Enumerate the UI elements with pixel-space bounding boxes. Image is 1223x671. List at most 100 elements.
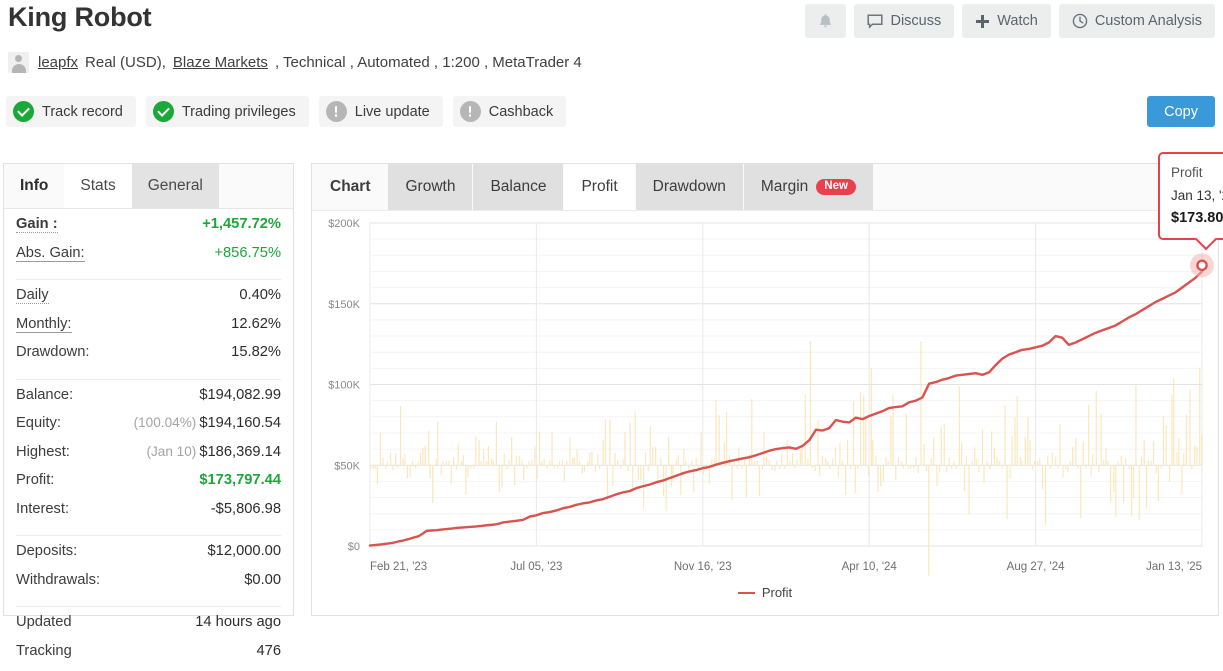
- stat-value: $173,797.44: [199, 472, 281, 488]
- stat-value: $0.00: [244, 572, 281, 588]
- page-title: King Robot: [8, 2, 151, 33]
- stat-row: Profit: $173,797.44: [16, 472, 281, 501]
- stat-value: 476: [256, 643, 281, 659]
- divider: [16, 379, 281, 380]
- chart-tabs: Chart Growth Balance Profit DrawdownMarginNe…: [312, 164, 1218, 211]
- chart-tab-label: Profit: [581, 178, 617, 196]
- stat-value-note: (Jan 10): [146, 444, 196, 459]
- chart-tab-chart[interactable]: Chart: [313, 164, 387, 210]
- x-axis-tick: Jul 05, '23: [510, 561, 562, 573]
- chart-tab-margin[interactable]: MarginNew: [744, 164, 873, 210]
- stat-label[interactable]: Monthly:: [16, 317, 72, 333]
- info-panel: Info Stats General Gain : +1,457.72% Abs. …: [3, 163, 294, 616]
- stat-row: Updated 14 hours ago: [16, 614, 281, 643]
- profit-chart: $0 $50K $100K $150K $200K Feb 21, '23 Jul 05, …: [312, 211, 1218, 616]
- stat-value: -$5,806.98: [211, 501, 281, 517]
- watch-label: Watch: [997, 13, 1038, 29]
- stat-row: Balance: $194,082.99: [16, 387, 281, 416]
- highlight-point[interactable]: [1197, 261, 1206, 270]
- chart-tab-label: Margin: [761, 178, 808, 196]
- plus-icon: [975, 14, 990, 29]
- stat-value-note: (100.04%): [134, 415, 197, 430]
- chart-tab-label: Balance: [490, 178, 546, 196]
- status-badge-trading-privileges[interactable]: Trading privileges: [146, 96, 309, 127]
- chart-tab-label: Chart: [330, 178, 370, 196]
- stat-label[interactable]: Abs. Gain:: [16, 246, 85, 262]
- chart-tab-growth[interactable]: Growth: [388, 164, 472, 210]
- stat-value: 15.82%: [231, 344, 281, 360]
- x-axis-tick: Aug 27, '24: [1007, 561, 1065, 573]
- y-axis-tick: $150K: [328, 299, 360, 311]
- stat-label: Withdrawals:: [16, 572, 100, 588]
- header-actions: Discuss Watch Custom Analysis: [805, 4, 1215, 38]
- chart-panel: Chart Growth Balance Profit DrawdownMarginNe…: [311, 163, 1219, 616]
- tooltip-series: Profit: [1171, 162, 1223, 184]
- tooltip-value: $173.80K: [1171, 207, 1223, 229]
- stat-label: Profit:: [16, 472, 54, 488]
- chart-tab-profit[interactable]: Profit: [564, 164, 634, 210]
- stat-row: Abs. Gain: +856.75%: [16, 245, 281, 274]
- stat-label: Highest:: [16, 444, 70, 460]
- stat-label[interactable]: Gain :: [16, 217, 58, 233]
- y-axis-tick: $100K: [328, 380, 360, 392]
- stat-label: Updated: [16, 614, 72, 630]
- avatar: [8, 52, 29, 73]
- y-axis-tick: $200K: [328, 218, 360, 230]
- account-type: Real (USD),: [85, 54, 166, 71]
- clock-icon: [1072, 13, 1088, 29]
- y-axis-tick: $0: [348, 541, 360, 553]
- username-link[interactable]: leapfx: [38, 54, 78, 71]
- stat-label: Deposits:: [16, 543, 77, 559]
- account-meta: leapfx Real (USD), Blaze Markets , Techn…: [8, 52, 582, 73]
- y-axis-tick: $50K: [334, 460, 360, 472]
- exclamation-circle-icon: [326, 101, 347, 122]
- bell-icon: [818, 13, 833, 29]
- tab-general[interactable]: General: [132, 164, 219, 208]
- chart-tab-drawdown[interactable]: Drawdown: [636, 164, 743, 210]
- status-badge-track-record[interactable]: Track record: [6, 96, 136, 127]
- x-axis-tick: Feb 21, '23: [370, 561, 427, 573]
- stat-label[interactable]: Daily: [16, 288, 49, 304]
- badge-label: Trading privileges: [182, 104, 296, 120]
- stat-label: Drawdown:: [16, 344, 89, 360]
- divider: [16, 279, 281, 280]
- discuss-button[interactable]: Discuss: [854, 4, 954, 38]
- chart-legend: Profit: [312, 585, 1218, 600]
- status-badge-cashback[interactable]: Cashback: [453, 96, 566, 127]
- legend-line-swatch: [738, 592, 755, 594]
- stat-value: $194,082.99: [199, 387, 281, 403]
- stat-value: (100.04%)$194,160.54: [134, 415, 281, 431]
- broker-link[interactable]: Blaze Markets: [173, 54, 268, 71]
- badge-label: Live update: [355, 104, 430, 120]
- copy-button[interactable]: Copy: [1147, 96, 1215, 127]
- account-attributes: , Technical , Automated , 1:200 , MetaTr…: [275, 54, 582, 71]
- stat-label: Balance:: [16, 387, 73, 403]
- custom-analysis-label: Custom Analysis: [1095, 13, 1202, 29]
- chart-tab-balance[interactable]: Balance: [473, 164, 563, 210]
- profile-page: King Robot Discuss Watch: [0, 0, 1223, 621]
- stat-row: Monthly:12.62%: [16, 316, 281, 345]
- watch-button[interactable]: Watch: [962, 4, 1051, 38]
- divider: [16, 606, 281, 607]
- tooltip-date: Jan 13, '2: [1171, 184, 1223, 207]
- stats-list: Gain :+1,457.72%Abs. Gain:+856.75%Daily0…: [4, 209, 293, 671]
- check-circle-icon: [13, 101, 34, 122]
- tab-stats[interactable]: Stats: [64, 164, 131, 208]
- status-badge-live-update[interactable]: Live update: [319, 96, 443, 127]
- stat-value: (Jan 10)$186,369.14: [146, 444, 281, 460]
- tab-info[interactable]: Info: [4, 164, 64, 208]
- comment-icon: [867, 14, 883, 29]
- stat-row: Withdrawals: $0.00: [16, 572, 281, 601]
- status-badges: Track record Trading privileges Live upd…: [6, 96, 566, 127]
- stat-value: 14 hours ago: [195, 614, 281, 630]
- notifications-button[interactable]: [805, 4, 846, 38]
- stat-label: Interest:: [16, 501, 69, 517]
- exclamation-circle-icon: [460, 101, 481, 122]
- x-axis-tick: Jan 13, '25: [1146, 561, 1202, 573]
- stat-value: +1,457.72%: [202, 216, 281, 232]
- stat-row: Tracking476: [16, 643, 281, 671]
- stat-value: +856.75%: [214, 245, 281, 261]
- custom-analysis-button[interactable]: Custom Analysis: [1059, 4, 1215, 38]
- info-tabs: Info Stats General: [4, 164, 293, 209]
- x-axis-tick: Nov 16, '23: [674, 561, 732, 573]
